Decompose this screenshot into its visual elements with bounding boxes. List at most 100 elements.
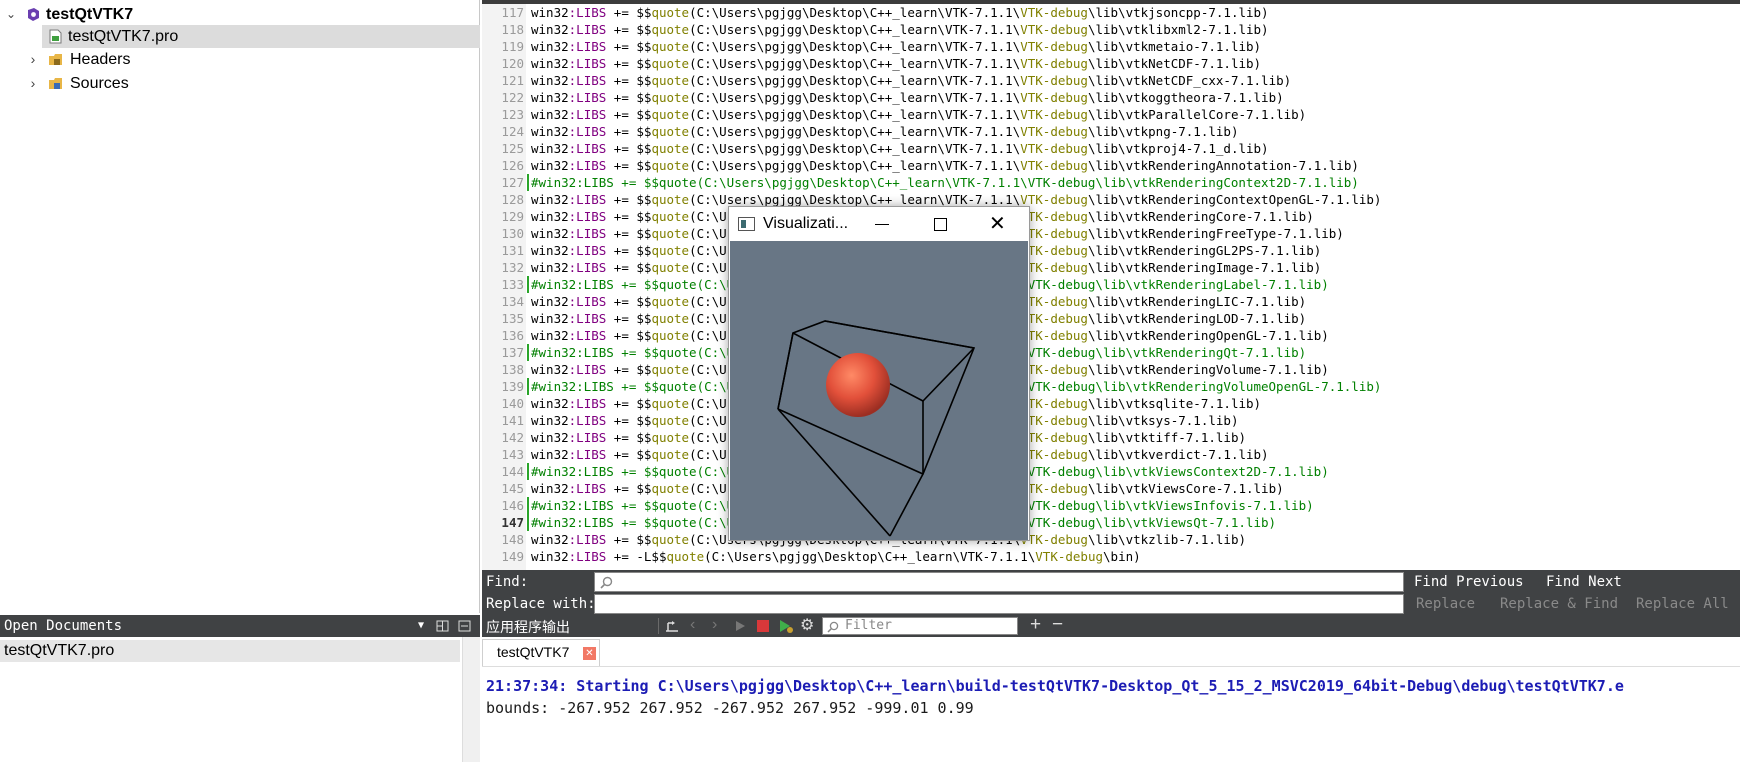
code-line[interactable]: 122 win32:LIBS += $$quote(C:\Users\pgjgg\… xyxy=(482,89,1740,106)
chevron-right-icon[interactable]: › xyxy=(26,72,40,95)
split-icon[interactable] xyxy=(436,620,449,632)
code-line[interactable]: 127 #win32:LIBS += $$quote(C:\Users\pgjgg… xyxy=(482,174,1740,191)
code-line[interactable]: 124 win32:LIBS += $$quote(C:\Users\pgjgg\… xyxy=(482,123,1740,140)
find-input[interactable] xyxy=(594,572,1404,592)
project-tree[interactable]: ⌄ testQtVTK7 testQtVTK7.pro › Headers › … xyxy=(0,0,480,613)
code-line[interactable]: 144#win32:LIBS += $$quote(C:\Users\pgjgg… xyxy=(482,463,1740,480)
line-number: 129 xyxy=(501,209,524,224)
open-document-item[interactable]: testQtVTK7.pro xyxy=(0,640,460,662)
search-icon xyxy=(827,621,839,633)
headers-folder-icon xyxy=(49,54,62,65)
code-line[interactable]: 146#win32:LIBS += $$quote(C:\Users\pgjgg… xyxy=(482,497,1740,514)
line-number: 132 xyxy=(501,260,524,275)
line-number: 130 xyxy=(501,226,524,241)
tree-item-project[interactable]: ⌄ testQtVTK7 xyxy=(0,3,480,26)
open-documents-list[interactable]: testQtVTK7.pro xyxy=(0,637,480,762)
code-line[interactable]: 131win32:LIBS += $$quote(C:\Users\pgjgg\… xyxy=(482,242,1740,259)
run-icon[interactable] xyxy=(734,620,746,632)
code-line[interactable]: 120 win32:LIBS += $$quote(C:\Users\pgjgg\… xyxy=(482,55,1740,72)
code-line[interactable]: 137#win32:LIBS += $$quote(C:\Users\pgjgg… xyxy=(482,344,1740,361)
close-tab-icon[interactable]: ✕ xyxy=(583,647,596,660)
previous-icon[interactable]: ‹ xyxy=(690,616,695,634)
output-tab[interactable]: testQtVTK7 ✕ xyxy=(482,639,600,666)
code-line[interactable]: 149 win32:LIBS += -L$$quote(C:\Users\pgjg… xyxy=(482,548,1740,565)
code-line[interactable]: 130win32:LIBS += $$quote(C:\Users\pgjgg\… xyxy=(482,225,1740,242)
code-line[interactable]: 141win32:LIBS += $$quote(C:\Users\pgjgg\… xyxy=(482,412,1740,429)
code-line[interactable]: 123 win32:LIBS += $$quote(C:\Users\pgjgg\… xyxy=(482,106,1740,123)
dropdown-arrow-icon[interactable]: ▼ xyxy=(418,615,424,637)
code-line[interactable]: 125 win32:LIBS += $$quote(C:\Users\pgjgg\… xyxy=(482,140,1740,157)
tree-item-headers[interactable]: › Headers xyxy=(0,48,480,71)
filter-input[interactable]: Filter xyxy=(822,617,1018,635)
code-line[interactable]: 138win32:LIBS += $$quote(C:\Users\pgjgg\… xyxy=(482,361,1740,378)
replace-input[interactable] xyxy=(594,594,1404,614)
line-number: 146 xyxy=(501,498,524,513)
tree-item-pro-file[interactable]: testQtVTK7.pro xyxy=(42,25,480,48)
gear-icon[interactable]: ⚙ xyxy=(800,615,814,635)
line-number: 139 xyxy=(501,379,524,394)
code-line[interactable]: 134win32:LIBS += $$quote(C:\Users\pgjgg\… xyxy=(482,293,1740,310)
code-line[interactable]: 126 win32:LIBS += $$quote(C:\Users\pgjgg\… xyxy=(482,157,1740,174)
line-number: 136 xyxy=(501,328,524,343)
code-text: win32:LIBS += -L$$quote(C:\Users\pgjgg\D… xyxy=(531,549,1141,564)
code-line[interactable]: 118 win32:LIBS += $$quote(C:\Users\pgjgg\… xyxy=(482,21,1740,38)
line-number: 149 xyxy=(501,549,524,564)
replace-button[interactable]: Replace xyxy=(1416,593,1475,615)
chevron-right-icon[interactable]: › xyxy=(26,48,40,71)
debug-run-icon[interactable] xyxy=(778,619,794,634)
code-text: win32:LIBS += $$quote(C:\Users\pgjgg\Des… xyxy=(531,124,1239,139)
code-line[interactable]: 136win32:LIBS += $$quote(C:\Users\pgjgg\… xyxy=(482,327,1740,344)
find-bar: Find: Find Previous Find Next Replace wi… xyxy=(482,570,1740,615)
code-line[interactable]: 147#win32:LIBS += $$quote(C:\Users\pgjgg… xyxy=(482,514,1740,531)
code-line[interactable]: 129win32:LIBS += $$quote(C:\Users\pgjgg\… xyxy=(482,208,1740,225)
code-line[interactable]: 140win32:LIBS += $$quote(C:\Users\pgjgg\… xyxy=(482,395,1740,412)
code-line[interactable]: 128 win32:LIBS += $$quote(C:\Users\pgjgg\… xyxy=(482,191,1740,208)
vtk-render-canvas[interactable] xyxy=(730,241,1028,540)
find-previous-button[interactable]: Find Previous xyxy=(1414,571,1524,593)
code-line[interactable]: 132win32:LIBS += $$quote(C:\Users\pgjgg\… xyxy=(482,259,1740,276)
zoom-in-icon[interactable]: + xyxy=(1030,614,1041,636)
attach-icon[interactable] xyxy=(664,619,680,633)
line-number: 122 xyxy=(501,90,524,105)
replace-all-button[interactable]: Replace All xyxy=(1636,593,1729,615)
next-icon[interactable]: › xyxy=(712,616,717,634)
code-line[interactable]: 145win32:LIBS += $$quote(C:\Users\pgjgg\… xyxy=(482,480,1740,497)
code-line[interactable]: 133#win32:LIBS += $$quote(C:\Users\pgjgg… xyxy=(482,276,1740,293)
zoom-out-icon[interactable]: − xyxy=(1052,614,1063,636)
code-line[interactable]: 148win32:LIBS += $$quote(C:\Users\pgjgg\… xyxy=(482,531,1740,548)
application-output[interactable]: 21:37:34: Starting C:\Users\pgjgg\Deskto… xyxy=(482,667,1740,762)
line-number: 127 xyxy=(501,175,524,190)
line-number: 141 xyxy=(501,413,524,428)
line-number: 119 xyxy=(501,39,524,54)
find-next-button[interactable]: Find Next xyxy=(1546,571,1622,593)
replace-and-find-button[interactable]: Replace & Find xyxy=(1500,593,1618,615)
code-editor[interactable]: 117 win32:LIBS += $$quote(C:\Users\pgjgg\… xyxy=(482,0,1740,570)
tree-item-sources[interactable]: › Sources xyxy=(0,72,480,95)
code-line[interactable]: 135win32:LIBS += $$quote(C:\Users\pgjgg\… xyxy=(482,310,1740,327)
minimize-icon[interactable] xyxy=(875,224,889,225)
vtk-visualization-window[interactable]: Visualizati... ✕ xyxy=(728,206,1030,541)
line-number: 137 xyxy=(501,345,524,360)
code-line[interactable]: 121 win32:LIBS += $$quote(C:\Users\pgjgg\… xyxy=(482,72,1740,89)
line-number: 128 xyxy=(501,192,524,207)
vtk-title-bar[interactable]: Visualizati... ✕ xyxy=(729,207,1029,241)
line-number: 133 xyxy=(501,277,524,292)
chevron-down-icon[interactable]: ⌄ xyxy=(4,3,18,26)
open-documents-header: Open Documents ▼ xyxy=(0,615,480,637)
change-marker xyxy=(527,378,529,395)
code-line[interactable]: 139#win32:LIBS += $$quote(C:\Users\pgjgg… xyxy=(482,378,1740,395)
code-line[interactable]: 143win32:LIBS += $$quote(C:\Users\pgjgg\… xyxy=(482,446,1740,463)
pro-file-label: testQtVTK7.pro xyxy=(68,28,179,45)
stop-icon[interactable] xyxy=(756,619,770,633)
window-app-icon xyxy=(738,217,755,231)
output-start-line: 21:37:34: Starting C:\Users\pgjgg\Deskto… xyxy=(486,677,1624,695)
code-text: win32:LIBS += $$quote(C:\Users\pgjgg\Des… xyxy=(531,107,1307,122)
code-line[interactable]: 142win32:LIBS += $$quote(C:\Users\pgjgg\… xyxy=(482,429,1740,446)
maximize-icon[interactable] xyxy=(934,218,947,231)
code-line[interactable]: 117 win32:LIBS += $$quote(C:\Users\pgjgg\… xyxy=(482,4,1740,21)
close-icon[interactable]: ✕ xyxy=(989,207,1006,241)
close-pane-icon[interactable] xyxy=(458,620,471,632)
code-text: win32:LIBS += $$quote(C:\Users\pgjgg\Des… xyxy=(531,39,1262,54)
scrollbar[interactable] xyxy=(462,637,480,762)
code-line[interactable]: 119 win32:LIBS += $$quote(C:\Users\pgjgg\… xyxy=(482,38,1740,55)
